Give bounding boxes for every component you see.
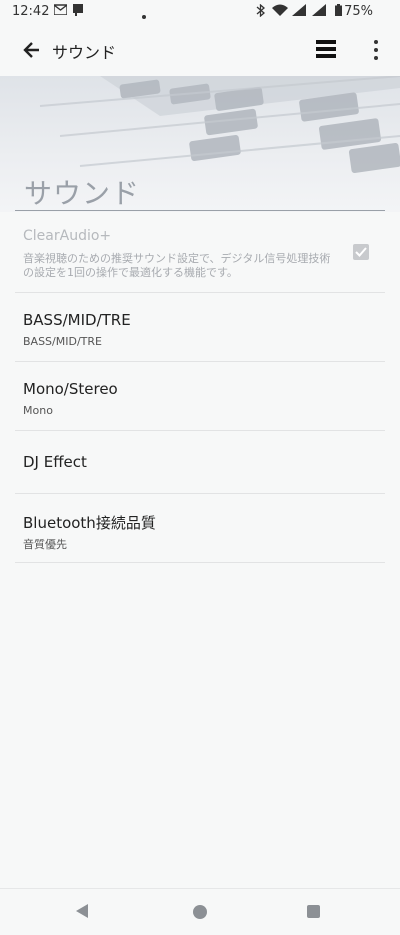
notification-icon [72,4,84,19]
hero-title: サウンド [24,177,141,210]
signal-icon-1 [292,4,306,19]
list-item-bluetooth-quality[interactable]: Bluetooth接続品質 音質優先 [15,494,385,563]
panel-icon-bar [316,40,336,44]
panel-icon-bar [316,54,336,58]
item-title: Bluetooth接続品質 [23,514,156,532]
bluetooth-icon [256,3,265,20]
settings-list: ClearAudio+ 音楽視聴のための推奨サウンド設定で、デジタル信号処理技術… [15,212,385,563]
item-subtitle: 音質優先 [23,538,67,551]
panel-icon-bar [316,47,336,51]
more-vert-icon [374,40,378,44]
clearaudio-checkbox[interactable] [353,244,369,260]
item-title: BASS/MID/TRE [23,311,131,329]
app-bar: サウンド [0,24,400,76]
item-title: DJ Effect [23,453,87,471]
signal-icon-2 [312,4,326,19]
nav-back-button[interactable] [74,903,90,923]
item-title: ClearAudio+ [23,228,112,244]
more-options-button[interactable] [368,38,384,62]
battery-percent: 75% [344,4,373,19]
panel-button[interactable] [316,40,336,60]
status-time: 12:42 [12,4,50,19]
list-item-clearaudio[interactable]: ClearAudio+ 音楽視聴のための推奨サウンド設定で、デジタル信号処理技術… [15,212,385,293]
status-bar: 12:42 75% [0,0,400,24]
list-item-dj-effect[interactable]: DJ Effect [15,431,385,494]
wifi-icon [272,4,288,19]
hero-banner: サウンド [0,76,400,212]
more-vert-dot [374,48,378,52]
triangle-back-icon [76,904,88,918]
list-item-mono-stereo[interactable]: Mono/Stereo Mono [15,362,385,431]
item-title: Mono/Stereo [23,380,118,398]
battery-icon [335,4,342,19]
item-subtitle: Mono [23,404,53,417]
nav-home-button[interactable] [193,905,207,919]
hero-divider [15,210,385,211]
item-description: 音楽視聴のための推奨サウンド設定で、デジタル信号処理技術の設定を1回の操作で最適… [23,252,331,279]
more-vert-dot [374,56,378,60]
arrow-back-icon [23,42,39,58]
list-item-bass-mid-tre[interactable]: BASS/MID/TRE BASS/MID/TRE [15,293,385,362]
dot-icon [142,9,146,22]
item-subtitle: BASS/MID/TRE [23,335,102,348]
back-button[interactable] [18,36,46,64]
check-icon [355,247,367,257]
page-title: サウンド [52,43,117,62]
gmail-icon [53,4,68,18]
nav-recents-button[interactable] [307,905,320,918]
system-nav-bar [0,888,400,935]
